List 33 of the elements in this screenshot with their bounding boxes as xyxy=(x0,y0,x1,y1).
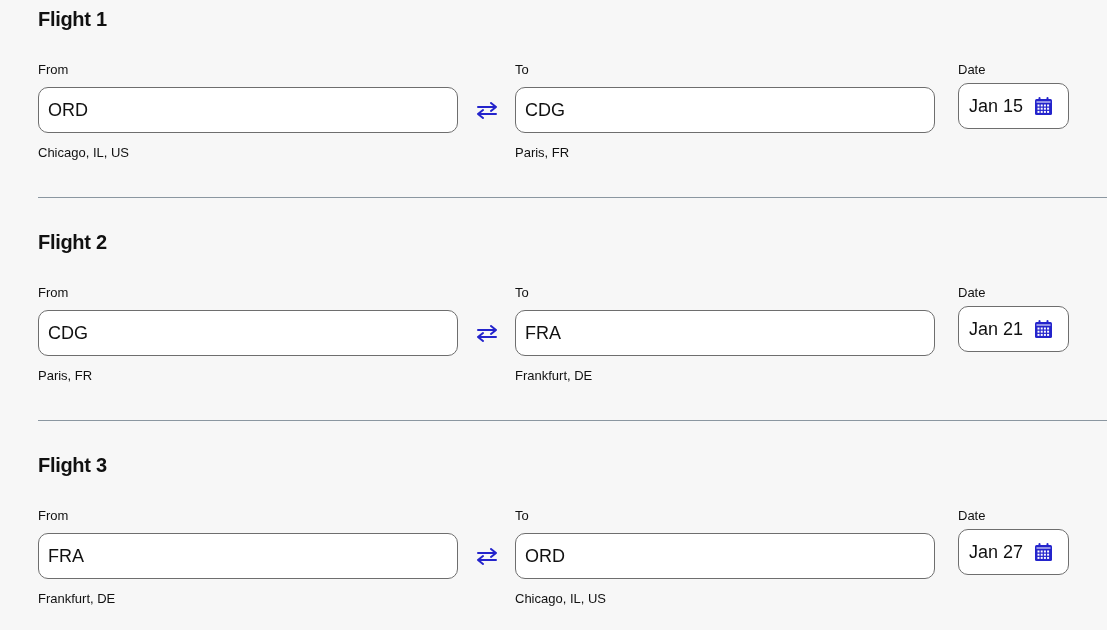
calendar-icon[interactable] xyxy=(1035,320,1052,338)
city-text: Frankfurt, DE xyxy=(38,590,117,608)
destination-airport-field[interactable]: ORD xyxy=(515,533,935,579)
destination-airport-field[interactable]: FRA xyxy=(515,310,935,356)
field-label: From xyxy=(38,507,70,525)
origin-airport-field[interactable]: CDG xyxy=(38,310,458,356)
swap-icon[interactable] xyxy=(475,547,498,565)
field-label: To xyxy=(515,507,530,525)
date-field[interactable]: Jan 21 xyxy=(958,306,1069,352)
field-label: Date xyxy=(958,507,987,525)
flight-heading: Flight 3 xyxy=(38,453,108,478)
city-text: Paris, FR xyxy=(38,367,94,385)
city-text: Paris, FR xyxy=(515,144,571,162)
destination-airport-field[interactable]: CDG xyxy=(515,87,935,133)
field-label: From xyxy=(38,61,70,79)
swap-icon[interactable] xyxy=(475,101,498,119)
origin-airport-field[interactable]: FRA xyxy=(38,533,458,579)
city-text: Chicago, IL, US xyxy=(515,590,608,608)
field-label: To xyxy=(515,284,530,302)
calendar-icon[interactable] xyxy=(1035,97,1052,115)
field-label: To xyxy=(515,61,530,79)
field-label: From xyxy=(38,284,70,302)
city-text: Frankfurt, DE xyxy=(515,367,594,385)
field-label: Date xyxy=(958,61,987,79)
flight-heading: Flight 1 xyxy=(38,7,108,32)
field-label: Date xyxy=(958,284,987,302)
flight-heading: Flight 2 xyxy=(38,230,108,255)
date-field[interactable]: Jan 15 xyxy=(958,83,1069,129)
swap-icon[interactable] xyxy=(475,324,498,342)
calendar-icon[interactable] xyxy=(1035,543,1052,561)
date-field[interactable]: Jan 27 xyxy=(958,529,1069,575)
origin-airport-field[interactable]: ORD xyxy=(38,87,458,133)
city-text: Chicago, IL, US xyxy=(38,144,131,162)
